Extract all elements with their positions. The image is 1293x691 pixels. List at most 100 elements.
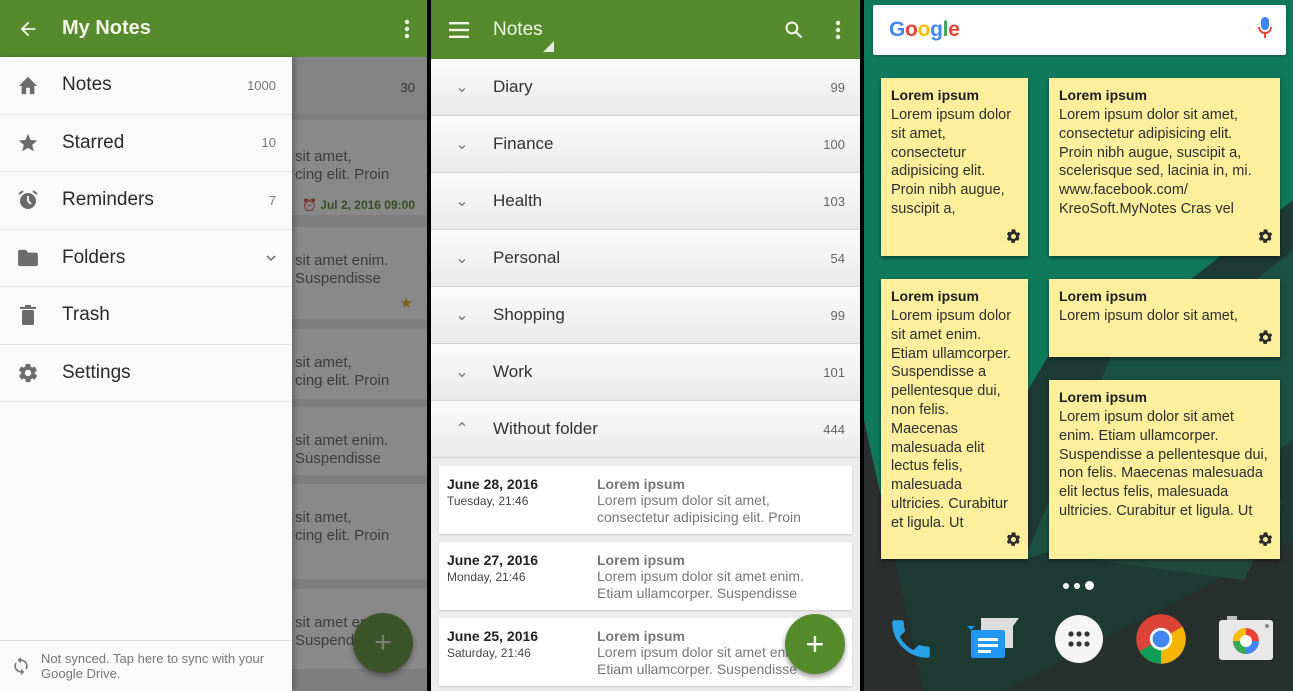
starred-count: 10 [261, 135, 276, 151]
sync-status-button[interactable]: Not synced. Tap here to sync with your G… [0, 640, 292, 691]
drawer-item-notes[interactable]: Notes 1000 [0, 57, 292, 115]
note-item[interactable]: June 28, 2016 Tuesday, 21:46 Lorem ipsum L… [439, 466, 852, 534]
widget-title: Lorem ipsum [1059, 389, 1147, 405]
messages-app[interactable] [965, 610, 1023, 668]
chevron-up-icon: ⌃ [455, 421, 469, 438]
star-icon [0, 132, 62, 154]
chevron-down-icon [266, 249, 292, 267]
app-title: My Notes [62, 17, 151, 39]
trash-icon [0, 305, 62, 326]
search-icon [785, 21, 803, 38]
add-note-button[interactable]: + [785, 614, 845, 674]
folder-row-shopping[interactable]: ⌄ Shopping 99 [431, 287, 860, 344]
hamburger-menu-icon [449, 21, 469, 38]
gear-icon[interactable] [1005, 531, 1022, 553]
folder-row-without-folder[interactable]: ⌃ Without folder 444 [431, 401, 860, 458]
page-dot [1063, 582, 1069, 589]
dropdown-triangle-icon [543, 40, 554, 52]
widget-title: Lorem ipsum [1059, 87, 1147, 103]
note-weekday-time: Tuesday, 21:46 [447, 494, 529, 508]
widget-title: Lorem ipsum [891, 87, 979, 103]
notes-count: 1000 [247, 77, 276, 93]
note-widget[interactable]: Lorem ipsum Lorem ipsum dolor sit amet, … [1049, 78, 1280, 256]
folder-row-personal[interactable]: ⌄ Personal 54 [431, 230, 860, 287]
note-widget[interactable]: Lorem ipsum Lorem ipsum dolor sit amet e… [1049, 380, 1280, 559]
app-bar: Notes [431, 0, 860, 59]
note-date: June 25, 2016 [447, 628, 539, 644]
home-screen: Google Lorem ipsum Lorem ipsum dolor sit… [864, 0, 1293, 691]
google-search-bar[interactable]: Google [873, 5, 1286, 55]
note-widget[interactable]: Lorem ipsum Lorem ipsum dolor sit amet e… [881, 279, 1028, 559]
gear-icon [0, 362, 62, 384]
drawer-item-settings[interactable]: Settings [0, 345, 292, 402]
arrow-back-icon [20, 21, 36, 36]
page-indicator [1063, 581, 1094, 590]
widget-body: Lorem ipsum dolor sit amet enim. Etiam u… [891, 308, 1012, 531]
microphone-icon[interactable] [1258, 16, 1272, 44]
folder-row-finance[interactable]: ⌄ Finance 100 [431, 116, 860, 173]
gear-icon[interactable] [1005, 228, 1022, 250]
google-logo: Google [889, 18, 960, 41]
alarm-icon [0, 188, 62, 212]
note-title: Lorem ipsum [597, 476, 685, 492]
folders-screen: Notes ⌄ Diary 99 ⌄ Finance 100 ⌄ Health 103 ⌄ P… [431, 0, 860, 691]
more-vert-icon [835, 20, 841, 39]
navigation-drawer: Notes 1000 Starred 10 Reminders 7 Folder… [0, 57, 292, 691]
more-vert-icon [404, 19, 410, 38]
note-widget[interactable]: Lorem ipsum Lorem ipsum dolor sit amet, [1049, 279, 1280, 357]
phone-app[interactable] [882, 610, 940, 668]
chevron-down-icon: ⌄ [455, 250, 469, 267]
note-widget[interactable]: Lorem ipsum Lorem ipsum dolor sit amet, … [881, 78, 1028, 256]
plus-icon: + [805, 625, 825, 662]
widget-body: Lorem ipsum dolor sit amet enim. Etiam u… [1059, 409, 1268, 522]
note-item[interactable]: June 27, 2016 Monday, 21:46 Lorem ipsum Lo… [439, 542, 852, 610]
back-button[interactable] [0, 0, 56, 57]
page-dot [1074, 582, 1080, 589]
drawer-item-starred[interactable]: Starred 10 [0, 115, 292, 172]
note-title: Lorem ipsum [597, 552, 685, 568]
drawer-item-reminders[interactable]: Reminders 7 [0, 172, 292, 230]
app-bar: My Notes [0, 0, 427, 57]
sync-status-text: Not synced. Tap here to sync with your G… [41, 651, 265, 681]
chevron-down-icon: ⌄ [455, 364, 469, 381]
app-drawer-button[interactable] [1050, 610, 1108, 668]
note-date: June 28, 2016 [447, 476, 539, 492]
note-date: June 27, 2016 [447, 552, 539, 568]
overflow-menu-button[interactable] [387, 0, 427, 57]
chevron-down-icon: ⌄ [455, 307, 469, 324]
drawer-item-folders[interactable]: Folders [0, 230, 292, 287]
menu-button[interactable] [431, 1, 487, 58]
phone-icon [892, 620, 930, 658]
widget-title: Lorem ipsum [1059, 288, 1147, 304]
page-dot-active [1085, 581, 1094, 590]
folder-row-work[interactable]: ⌄ Work 101 [431, 344, 860, 401]
sync-icon [0, 656, 41, 676]
gear-icon[interactable] [1257, 531, 1274, 553]
gear-icon[interactable] [1257, 228, 1274, 250]
drawer-item-trash[interactable]: Trash [0, 287, 292, 345]
widget-body: Lorem ipsum dolor sit amet, [1059, 308, 1238, 324]
overflow-menu-button[interactable] [816, 1, 860, 58]
folder-row-diary[interactable]: ⌄ Diary 99 [431, 59, 860, 116]
view-selector-dropdown[interactable]: Notes [493, 19, 554, 52]
widget-title: Lorem ipsum [891, 288, 979, 304]
widget-body: Lorem ipsum dolor sit amet, consectetur … [891, 107, 1012, 220]
note-title: Lorem ipsum [597, 628, 685, 644]
folder-icon [0, 249, 62, 267]
drawer-screen: My Notes 30 sit amet,cing elit. Proin ⏰J… [0, 0, 427, 691]
note-weekday-time: Saturday, 21:46 [447, 646, 531, 660]
gear-icon[interactable] [1257, 329, 1274, 351]
home-icon [0, 75, 62, 95]
chrome-icon [1136, 614, 1186, 664]
chevron-down-icon: ⌄ [455, 193, 469, 210]
chevron-down-icon: ⌄ [455, 79, 469, 96]
search-button[interactable] [772, 1, 816, 58]
chrome-app[interactable] [1132, 610, 1190, 668]
camera-app[interactable] [1217, 610, 1275, 668]
app-drawer-icon [1055, 615, 1103, 663]
reminders-count: 7 [268, 192, 276, 208]
messages-icon [967, 618, 1019, 658]
folder-list: ⌄ Diary 99 ⌄ Finance 100 ⌄ Health 103 ⌄ Persona… [431, 59, 860, 458]
folder-row-health[interactable]: ⌄ Health 103 [431, 173, 860, 230]
note-weekday-time: Monday, 21:46 [447, 570, 526, 584]
